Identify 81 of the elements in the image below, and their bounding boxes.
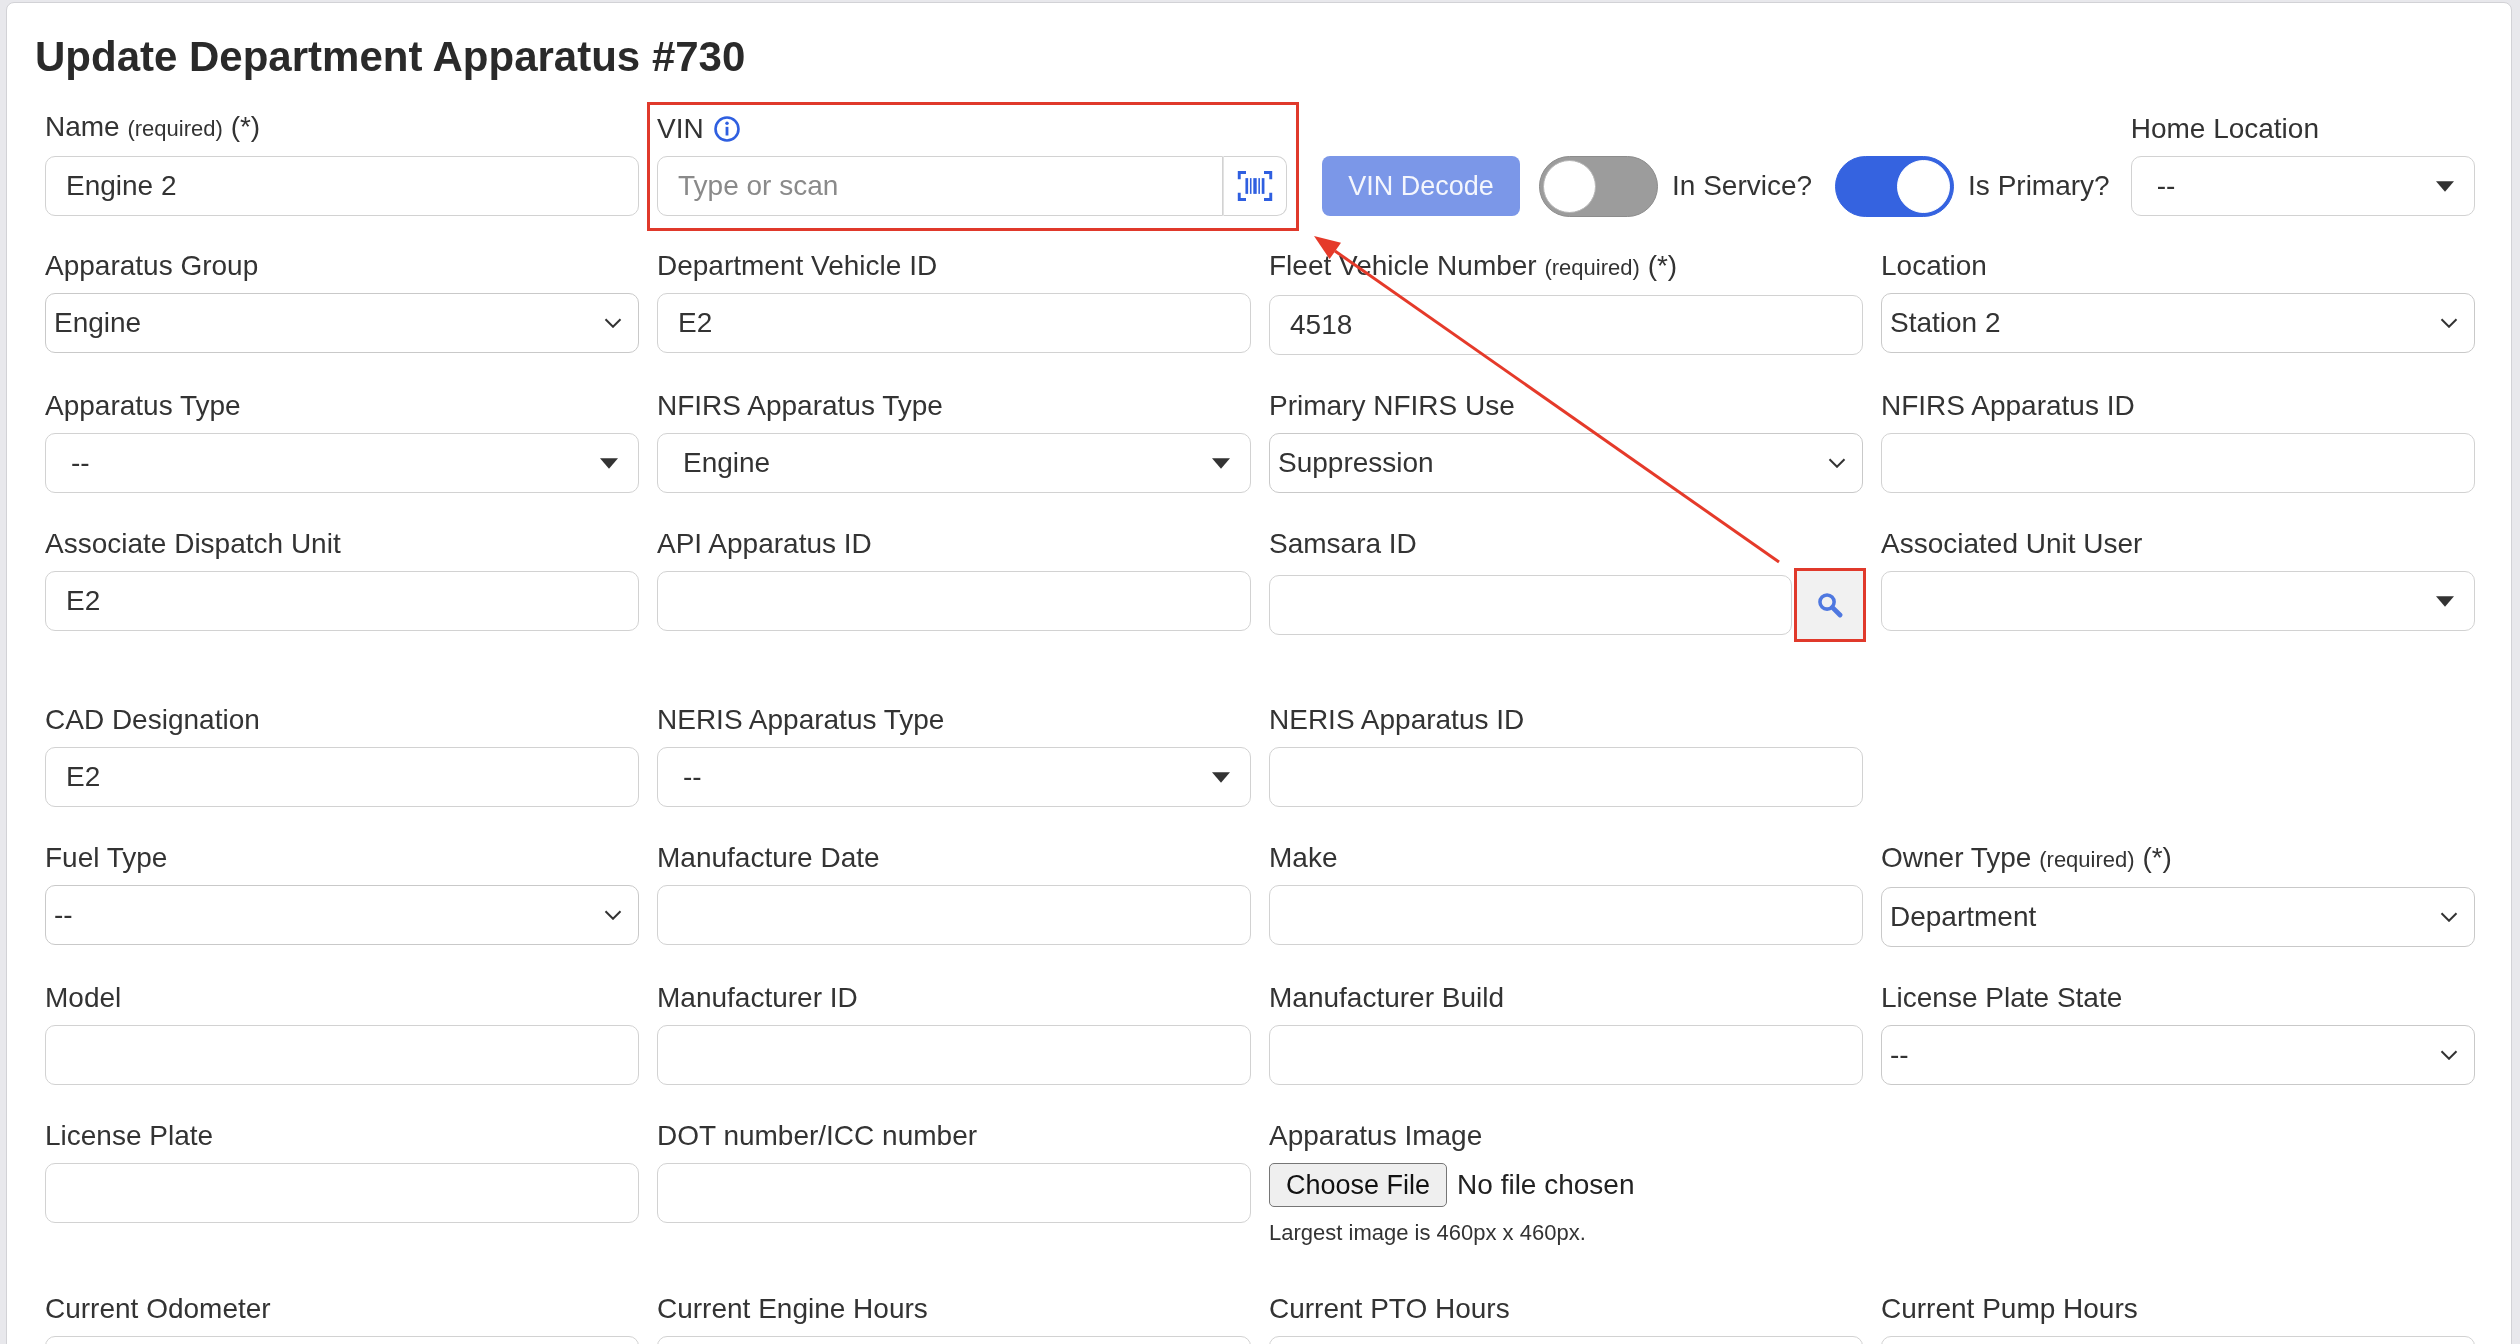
caret-down-icon xyxy=(1212,457,1230,469)
field-label: Manufacturer ID xyxy=(657,981,859,1015)
dropdown-field[interactable]: Suppression xyxy=(1269,433,1863,493)
text-field[interactable]: 4518 xyxy=(1269,295,1863,355)
field-label: Owner Type (required) (*) xyxy=(1881,841,2173,875)
field-label: Samsara ID xyxy=(1269,527,1418,561)
text-field[interactable] xyxy=(1269,885,1863,945)
field-label: Apparatus Group xyxy=(45,249,260,283)
help-text: Largest image is 460px x 460px. xyxy=(1269,1219,1587,1247)
field-label: Associated Unit User xyxy=(1881,527,2144,561)
field-label: Manufacturer Build xyxy=(1269,981,1505,1015)
field-label: Current Engine Hours xyxy=(657,1292,929,1326)
field-label: Fuel Type xyxy=(45,841,169,875)
field-label: CAD Designation xyxy=(45,703,261,737)
chevron-down-icon xyxy=(2440,318,2458,328)
text-field[interactable] xyxy=(657,571,1251,631)
dropdown-field[interactable]: -- xyxy=(45,885,639,945)
caret-down-icon xyxy=(600,457,618,469)
file-status-text: No file chosen xyxy=(1457,1169,1635,1201)
field-label: License Plate xyxy=(45,1119,215,1153)
chevron-down-icon xyxy=(1828,458,1846,468)
field-label: Name (required) (*) xyxy=(45,110,262,144)
text-field[interactable]: E2 xyxy=(45,747,639,807)
text-field[interactable] xyxy=(1881,433,2475,493)
text-field[interactable] xyxy=(657,1025,1251,1085)
field-label: API Apparatus ID xyxy=(657,527,873,561)
caret-down-icon xyxy=(2436,595,2454,607)
field-label: Current Pump Hours xyxy=(1881,1292,2139,1326)
field-label: Home Location xyxy=(2130,112,2320,146)
choose-file-button[interactable]: Choose File xyxy=(1269,1163,1448,1207)
caret-down-icon xyxy=(1212,771,1230,783)
text-field[interactable] xyxy=(657,1163,1251,1223)
dropdown-field[interactable] xyxy=(1881,571,2475,631)
field-label: Model xyxy=(45,981,123,1015)
field-label: Current Odometer xyxy=(45,1292,272,1326)
field-label: NERIS Apparatus Type xyxy=(657,703,946,737)
field-label: Make xyxy=(1269,841,1339,875)
field-label: Manufacture Date xyxy=(657,841,881,875)
dropdown-field[interactable]: Engine xyxy=(657,433,1251,493)
field-label: License Plate State xyxy=(1881,981,2124,1015)
text-field[interactable] xyxy=(45,1163,639,1223)
text-field[interactable]: Type or scan xyxy=(657,156,1223,216)
dropdown-field[interactable]: -- xyxy=(2130,156,2475,216)
field-label: Location xyxy=(1881,249,1988,283)
chevron-down-icon xyxy=(2440,912,2458,922)
field-label: NFIRS Apparatus ID xyxy=(1881,389,2136,423)
dropdown-field[interactable]: Department xyxy=(1881,887,2475,947)
text-field[interactable] xyxy=(45,1025,639,1085)
field-label: DOT number/ICC number xyxy=(657,1119,979,1153)
field-label: Associate Dispatch Unit xyxy=(45,527,342,561)
field-label: NFIRS Apparatus Type xyxy=(657,389,944,423)
chevron-down-icon xyxy=(604,910,622,920)
dropdown-field[interactable]: -- xyxy=(657,747,1251,807)
field-label: Current PTO Hours xyxy=(1269,1292,1511,1326)
field-label: Apparatus Type xyxy=(45,389,242,423)
dropdown-field[interactable]: -- xyxy=(1881,1025,2475,1085)
dropdown-field[interactable]: Engine xyxy=(45,293,639,353)
text-field[interactable]: E2 xyxy=(657,293,1251,353)
caret-down-icon xyxy=(2436,180,2454,192)
chevron-down-icon xyxy=(2440,1050,2458,1060)
toggle-label: Is Primary? xyxy=(1968,170,2110,202)
info-icon[interactable] xyxy=(713,116,740,142)
search-icon xyxy=(1817,592,1843,618)
dropdown-field[interactable]: -- xyxy=(45,433,639,493)
text-field[interactable]: Engine 2 xyxy=(45,156,639,216)
field-label: NERIS Apparatus ID xyxy=(1269,703,1526,737)
text-field[interactable] xyxy=(1269,575,1792,635)
dropdown-field[interactable]: Station 2 xyxy=(1881,293,2475,353)
field-label: VIN xyxy=(657,112,704,146)
chevron-down-icon xyxy=(604,318,622,328)
field-label: Primary NFIRS Use xyxy=(1269,389,1516,423)
barcode-scan-icon xyxy=(1237,170,1273,202)
text-field[interactable] xyxy=(1269,747,1863,807)
scan-button[interactable] xyxy=(1223,156,1287,216)
field-label: Department Vehicle ID xyxy=(657,249,939,283)
text-field[interactable] xyxy=(1269,1025,1863,1085)
field-label: Apparatus Image xyxy=(1269,1119,1484,1153)
toggle-label: In Service? xyxy=(1672,170,1813,202)
text-field[interactable]: E2 xyxy=(45,571,639,631)
text-field[interactable] xyxy=(657,885,1251,945)
page-title: Update Department Apparatus #730 xyxy=(35,33,746,81)
